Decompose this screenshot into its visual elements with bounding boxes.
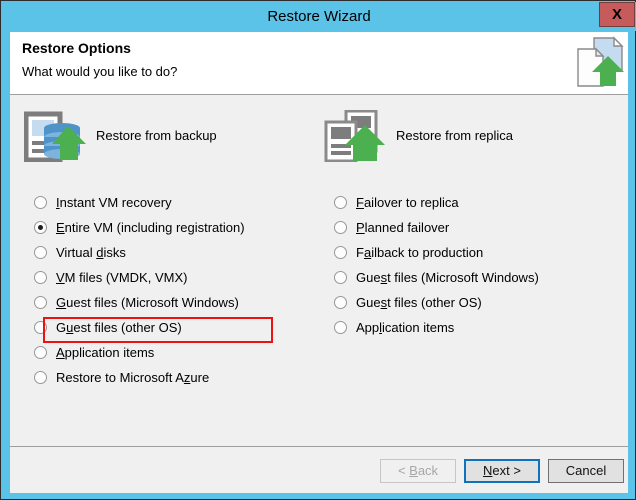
options-list-replica: Failover to replica Planned failover Fai… [332,190,602,340]
radio-icon[interactable] [334,221,347,234]
radio-icon[interactable] [34,321,47,334]
option-replica-guest-files-other-os[interactable]: Guest files (other OS) [332,290,602,315]
option-label: Planned failover [356,220,449,235]
radio-icon[interactable] [334,321,347,334]
option-label: Guest files (Microsoft Windows) [56,295,239,310]
restore-wizard-window: Restore Wizard X Restore Options What wo… [0,0,636,500]
option-label: Instant VM recovery [56,195,172,210]
option-label: Failover to replica [356,195,459,210]
option-label: Failback to production [356,245,483,260]
radio-icon[interactable] [334,271,347,284]
option-application-items[interactable]: Application items [32,340,302,365]
cancel-button[interactable]: Cancel [548,459,624,483]
option-replica-application-items[interactable]: Application items [332,315,602,340]
radio-icon[interactable] [34,296,47,309]
replica-servers-up-arrow-icon [324,110,386,162]
backup-disk-stack-up-arrow-icon [24,110,86,162]
radio-icon[interactable] [34,346,47,359]
radio-icon[interactable] [334,296,347,309]
restore-document-up-arrow-icon [570,36,626,90]
option-entire-vm[interactable]: Entire VM (including registration) [32,215,302,240]
body-panel: Restore from backup Instant VM recovery … [10,94,628,446]
radio-icon[interactable] [34,196,47,209]
page-title: Restore Options [22,40,131,56]
option-planned-failover[interactable]: Planned failover [332,215,602,240]
option-vm-files[interactable]: VM files (VMDK, VMX) [32,265,302,290]
next-button[interactable]: Next > [464,459,540,483]
group-label-restore-from-replica: Restore from replica [396,128,513,143]
radio-icon[interactable] [34,371,47,384]
option-label: Application items [56,345,154,360]
option-restore-to-azure[interactable]: Restore to Microsoft Azure [32,365,302,390]
close-button[interactable]: X [599,2,635,27]
option-label: VM files (VMDK, VMX) [56,270,187,285]
option-failover-to-replica[interactable]: Failover to replica [332,190,602,215]
option-label: Entire VM (including registration) [56,220,245,235]
radio-icon[interactable] [334,196,347,209]
title-bar: Restore Wizard X [2,2,636,31]
option-label: Guest files (other OS) [56,320,182,335]
option-guest-files-other-os[interactable]: Guest files (other OS) [32,315,302,340]
radio-icon[interactable] [34,221,47,234]
radio-icon[interactable] [34,271,47,284]
radio-icon[interactable] [334,246,347,259]
header-panel: Restore Options What would you like to d… [10,32,628,94]
option-label: Restore to Microsoft Azure [56,370,209,385]
radio-icon[interactable] [34,246,47,259]
option-label: Application items [356,320,454,335]
option-failback-to-production[interactable]: Failback to production [332,240,602,265]
option-virtual-disks[interactable]: Virtual disks [32,240,302,265]
option-replica-guest-files-windows[interactable]: Guest files (Microsoft Windows) [332,265,602,290]
options-list-backup: Instant VM recovery Entire VM (including… [32,190,302,390]
group-label-restore-from-backup: Restore from backup [96,128,217,143]
back-button[interactable]: < Back [380,459,456,483]
footer-panel: < Back Next > Cancel [10,446,628,493]
option-label: Guest files (Microsoft Windows) [356,270,539,285]
option-label: Guest files (other OS) [356,295,482,310]
page-subtitle: What would you like to do? [22,64,177,79]
window-title: Restore Wizard [2,2,636,31]
option-instant-vm-recovery[interactable]: Instant VM recovery [32,190,302,215]
option-label: Virtual disks [56,245,126,260]
option-guest-files-windows[interactable]: Guest files (Microsoft Windows) [32,290,302,315]
